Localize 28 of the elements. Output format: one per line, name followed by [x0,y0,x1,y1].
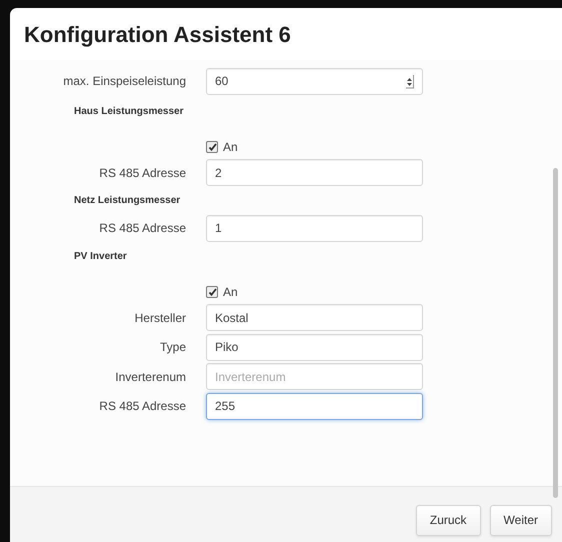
input-field[interactable]: Kostal [206,304,423,332]
input-field[interactable]: 1 [206,214,423,242]
checkbox[interactable] [206,286,218,298]
wizard-button[interactable]: Weiter [490,504,552,536]
dropdown[interactable]: 60 [206,68,423,94]
input-field[interactable]: Piko [206,334,423,361]
checkbox[interactable] [206,141,218,153]
field-label: Inverterenum [114,370,187,384]
section-heading: Netz Leistungsmesser [74,195,180,206]
checkbox-label[interactable]: An [223,140,238,154]
checkmark-icon [208,288,216,296]
wizard-button[interactable]: Zuruck [416,504,481,536]
field-label: RS 485 Adresse [98,221,187,236]
field-label: Hersteller [134,310,187,325]
field-label: Type [158,340,187,354]
field-label: RS 485 Adresse [98,399,187,414]
input-field[interactable]: 255 [206,392,423,420]
dialog-title: Konfiguration Assistent 6 [23,21,292,49]
section-heading: Haus Leistungsmesser [74,106,184,116]
checkmark-icon [208,142,216,152]
input-field[interactable]: 2 [206,159,423,186]
input-field[interactable]: Inverterenum [206,363,423,390]
section-heading: PV Inverter [74,250,127,262]
scrollbar-thumb[interactable] [553,168,558,498]
field-label: max. Einspeiseleistung [62,74,187,88]
field-label: RS 485 Adresse [98,166,187,180]
checkbox-label[interactable]: An [223,285,238,299]
caret-icon [405,74,414,88]
